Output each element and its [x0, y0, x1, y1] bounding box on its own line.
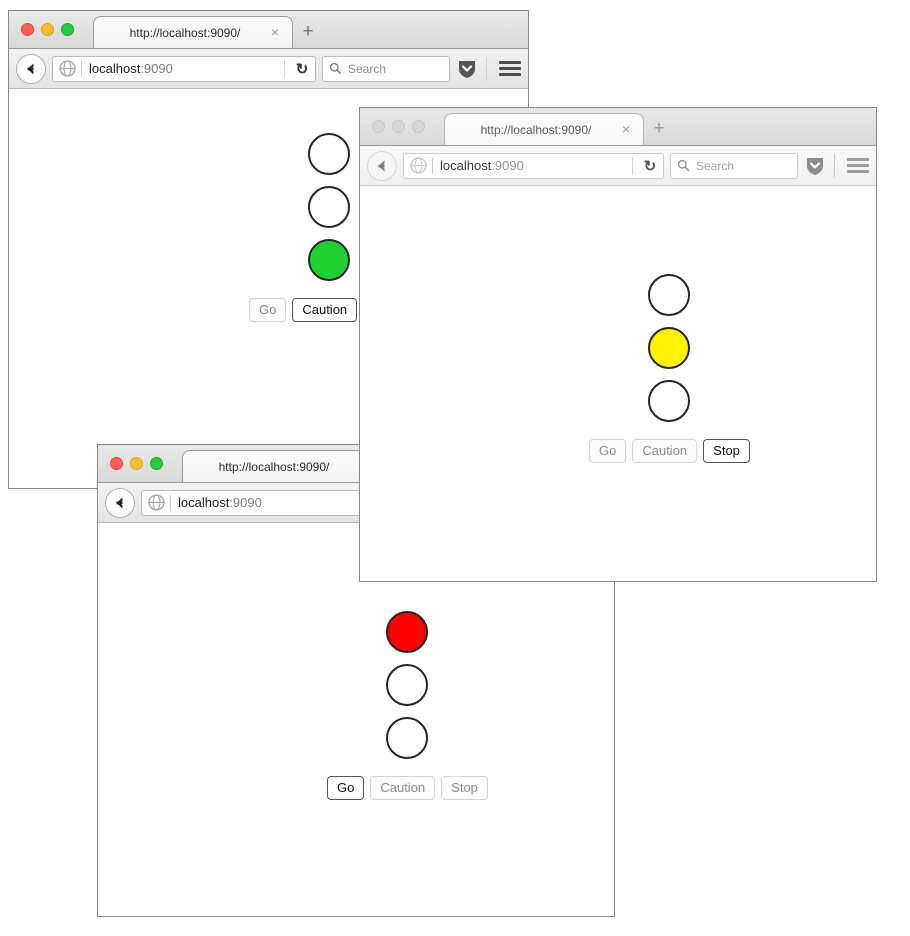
maximize-window-icon[interactable] — [61, 23, 74, 36]
url-port: :9090 — [491, 158, 524, 173]
go-button[interactable]: Go — [249, 298, 287, 323]
reload-icon[interactable]: ↻ — [641, 157, 659, 175]
caution-button[interactable]: Caution — [292, 298, 358, 323]
traffic-light-app: Go Caution Stop — [589, 274, 750, 464]
browser-window-yellow[interactable]: http://localhost:9090/ × + localhost:909… — [359, 107, 877, 582]
tabstrip: http://localhost:9090/ × + — [444, 113, 876, 145]
globe-icon — [410, 157, 427, 174]
window-titlebar[interactable]: http://localhost:9090/ × + — [360, 108, 876, 146]
minimize-window-icon[interactable] — [392, 120, 405, 133]
lamp-yellow — [386, 664, 429, 706]
url-bar[interactable]: localhost:9090 ↻ — [52, 55, 316, 82]
globe-icon — [148, 494, 165, 511]
reload-divider — [632, 156, 633, 175]
url-host: localhost — [440, 158, 492, 173]
browser-tab[interactable]: http://localhost:9090/ × — [182, 450, 382, 482]
stop-button[interactable]: Stop — [703, 439, 750, 464]
control-buttons: Go Caution Stop — [589, 439, 750, 464]
caution-button[interactable]: Caution — [632, 439, 698, 464]
hamburger-menu-icon[interactable] — [495, 61, 521, 76]
window-titlebar[interactable]: http://localhost:9090/ × + — [9, 11, 528, 49]
tab-title: http://localhost:9090/ — [129, 25, 241, 40]
back-arrow-icon — [27, 63, 34, 74]
url-port: :9090 — [229, 495, 262, 510]
toolbar-divider — [486, 56, 487, 81]
toolbar-divider — [834, 153, 835, 178]
window-controls[interactable] — [21, 23, 74, 36]
tabstrip: http://localhost:9090/ × + — [93, 16, 528, 48]
close-window-icon[interactable] — [21, 23, 34, 36]
close-tab-icon[interactable]: × — [268, 25, 282, 40]
minimize-window-icon[interactable] — [41, 23, 54, 36]
url-divider — [81, 60, 82, 77]
stop-button[interactable]: Stop — [441, 776, 488, 801]
url-bar[interactable]: localhost:9090 ↻ — [403, 152, 664, 179]
back-button[interactable] — [105, 487, 135, 518]
url-host: localhost — [89, 61, 141, 76]
downloads-shield-icon[interactable] — [456, 58, 478, 80]
window-controls[interactable] — [110, 457, 163, 470]
search-placeholder: Search — [696, 158, 735, 173]
close-window-icon[interactable] — [110, 457, 123, 470]
lamp-red — [648, 274, 691, 316]
url-port: :9090 — [140, 61, 173, 76]
close-tab-icon[interactable]: × — [619, 122, 633, 137]
close-window-icon[interactable] — [372, 120, 385, 133]
url-text: localhost:9090 — [178, 495, 366, 510]
page-content: Go Caution Stop — [360, 186, 876, 581]
caution-button[interactable]: Caution — [370, 776, 436, 801]
lamp-green — [308, 239, 351, 281]
back-button[interactable] — [16, 53, 46, 84]
lamp-yellow — [648, 327, 691, 369]
lamp-green — [648, 380, 691, 422]
tab-title: http://localhost:9090/ — [480, 122, 592, 137]
navigation-toolbar: localhost:9090 ↻ Search — [360, 146, 876, 186]
back-button[interactable] — [367, 150, 397, 181]
page-content: Go Caution Stop — [98, 523, 614, 916]
back-arrow-icon — [116, 497, 123, 508]
lamp-green — [386, 717, 429, 759]
back-arrow-icon — [378, 160, 385, 171]
search-icon — [329, 62, 342, 75]
url-text: localhost:9090 — [440, 158, 628, 173]
search-bar[interactable]: Search — [322, 55, 450, 82]
search-icon — [677, 159, 690, 172]
search-bar[interactable]: Search — [670, 152, 798, 179]
maximize-window-icon[interactable] — [412, 120, 425, 133]
control-buttons: Go Caution Stop — [327, 776, 488, 801]
minimize-window-icon[interactable] — [130, 457, 143, 470]
downloads-shield-icon[interactable] — [804, 155, 826, 177]
maximize-window-icon[interactable] — [150, 457, 163, 470]
lamp-red — [386, 611, 429, 653]
tab-title: http://localhost:9090/ — [218, 459, 330, 474]
reload-divider — [284, 59, 285, 78]
lamp-red — [308, 133, 351, 175]
new-tab-button[interactable]: + — [644, 113, 674, 145]
navigation-toolbar: localhost:9090 ↻ Search — [9, 49, 528, 89]
search-placeholder: Search — [348, 61, 387, 76]
browser-tab[interactable]: http://localhost:9090/ × — [93, 16, 293, 48]
window-controls[interactable] — [372, 120, 425, 133]
browser-tab[interactable]: http://localhost:9090/ × — [444, 113, 644, 145]
go-button[interactable]: Go — [327, 776, 365, 801]
url-text: localhost:9090 — [89, 61, 280, 76]
traffic-light-app: Go Caution Stop — [327, 611, 488, 801]
go-button[interactable]: Go — [589, 439, 627, 464]
screenshot-stage: http://localhost:9090/ × + localhost:909… — [0, 0, 910, 936]
url-divider — [432, 157, 433, 174]
reload-icon[interactable]: ↻ — [293, 60, 311, 78]
hamburger-menu-icon[interactable] — [843, 158, 869, 173]
lamp-yellow — [308, 186, 351, 228]
url-host: localhost — [178, 495, 230, 510]
new-tab-button[interactable]: + — [293, 16, 323, 48]
url-divider — [170, 494, 171, 511]
globe-icon — [59, 60, 76, 77]
